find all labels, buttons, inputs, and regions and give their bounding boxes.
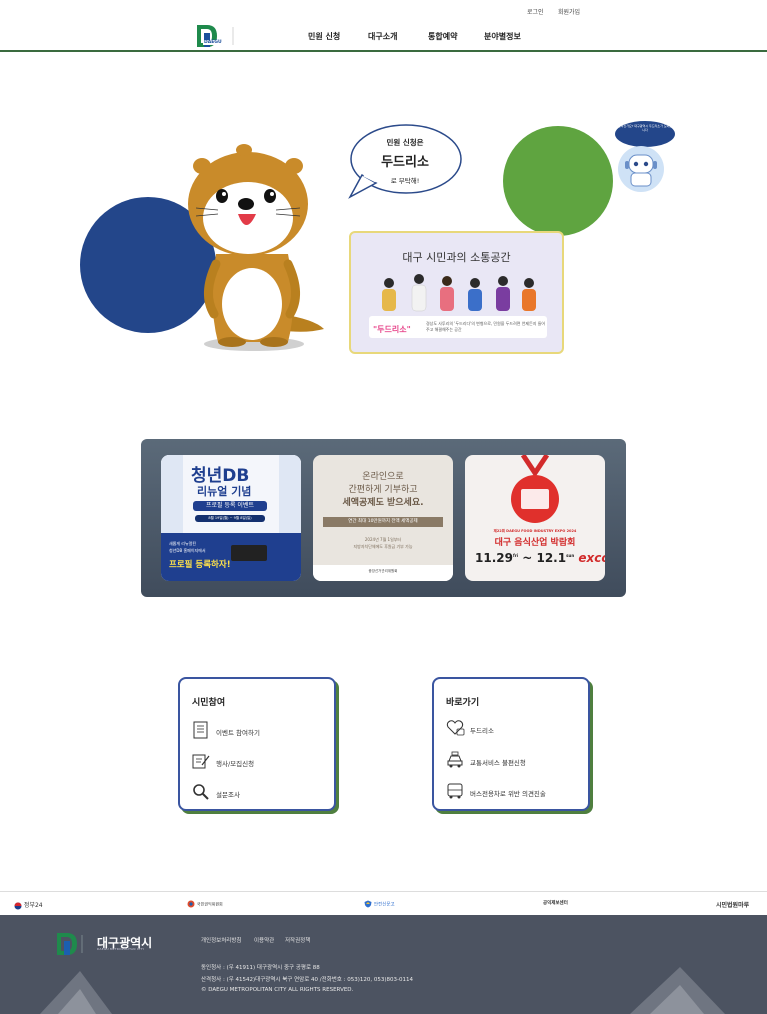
partner-acrc[interactable]: 국민권익위원회 <box>187 900 223 908</box>
card2-bar: 연간 최대 10만원까지 전액 세액공제 <box>323 517 443 527</box>
speech-bubble: 민원 신청은 두드리소 로 부탁해! <box>348 123 462 199</box>
speech-line2: 로 부탁해! <box>390 177 420 185</box>
partner-gov24[interactable]: 정부24 <box>14 900 43 910</box>
nav-civil-request[interactable]: 민원 신청 <box>308 31 340 42</box>
shortcut-item-dudeuriso[interactable]: 두드리소 <box>446 719 586 739</box>
partner-links-bar: 정부24 국민권익위원회 안전신문고 공익제보센터 시민법원마루 <box>0 891 767 915</box>
community-title: 대구 시민과의 소통공간 <box>402 251 511 264</box>
partner-citizen-court[interactable]: 시민법원마루 <box>716 900 749 909</box>
nav-field-info[interactable]: 분야별정보 <box>484 31 521 42</box>
footer-address-2: 산격청사 : (우 41542)대구광역시 북구 연암로 40 /전화번호 : … <box>201 977 413 983</box>
shortcut-item-traffic[interactable]: 교통서비스 불편신청 <box>446 751 586 771</box>
signup-link[interactable]: 회원가입 <box>558 7 580 16</box>
green-circle <box>503 126 613 236</box>
card1-bottom2: 청년DB 홈페이지에서 <box>169 548 206 553</box>
shortcut-box: 바로가기 두드리소 교통서비스 불편신청 버스전용차로 위반 의견진술 <box>432 677 590 811</box>
card2-line1: 온라인으로 <box>362 472 404 482</box>
footer-copyright-policy-link[interactable]: 저작권정책 <box>285 936 310 944</box>
site-header: 로그인 회원가입 DAEGU 민원 신청 대구소개 통합예약 분야별정보 <box>0 0 767 52</box>
otter-mascot-image <box>188 144 324 351</box>
acrc-logo-icon <box>187 900 195 908</box>
partner-safety-report[interactable]: 안전신문고 <box>364 900 395 908</box>
community-space-card[interactable]: 대구 시민과의 소통공간 "두드리소" 경상도 사투리의 '두드리다'의 변형으… <box>349 231 564 354</box>
shortcut-item-traffic-label: 교통서비스 불편신청 <box>470 759 526 767</box>
card3-expo-ko: 대구 음식산업 박람회 <box>494 538 576 548</box>
laptop-image <box>231 545 267 561</box>
citizen-participation-box: 시민참여 이벤트 참여하기 행사/모집신청 설문조사 <box>178 677 336 811</box>
footer-address-1: 동인청사 : (우 41911) 대구광역시 중구 공평로 88 <box>201 965 320 971</box>
document-list-icon <box>193 721 208 739</box>
medal-graphic <box>511 455 559 523</box>
card3-date-end: ~ 12.1 <box>522 551 567 565</box>
bus-icon <box>447 783 463 799</box>
youth-db-event-card[interactable]: 청년DB 리뉴얼 기념 프로필 등록 이벤트 8월 19일(월) ~ 9월 8일… <box>161 455 301 581</box>
partner-acrc-label: 국민권익위원회 <box>196 901 223 907</box>
site-footer: 대구광역시 DAEGU METROPOLITAN CITY 개인정보처리방침 이… <box>0 915 767 1014</box>
shortcut-title: 바로가기 <box>446 698 480 708</box>
daegu-logo[interactable]: DAEGU <box>195 23 235 49</box>
community-brand: "두드리소" <box>373 325 411 334</box>
card3-date-start-day: fri <box>512 553 519 558</box>
card2-small2: 지방자치단체에도 후원금 기부 가능 <box>353 544 413 549</box>
card2-small1: 2024년 7월 1일부터 <box>364 537 402 542</box>
footer-logo-icon <box>57 933 83 955</box>
card2-org: 중앙선거관리위원회 <box>368 569 398 573</box>
shortcut-item-dudeuriso-label: 두드리소 <box>470 727 494 735</box>
edit-document-icon <box>192 754 210 769</box>
nav-about-daegu[interactable]: 대구소개 <box>368 31 397 42</box>
taxi-icon <box>447 751 463 768</box>
card3-expo-en: 제22회 DAEGU FOOD INDUSTRY EXPO 2024 <box>493 529 577 533</box>
food-expo-card[interactable]: 제22회 DAEGU FOOD INDUSTRY EXPO 2024 대구 음식… <box>465 455 605 581</box>
card1-subtitle: 리뉴얼 기념 <box>197 485 252 498</box>
chatbot-bubble-text: 궁금하신가요? 대구광역시 두드리소가 도와드립니다 <box>615 124 675 132</box>
partner-whistleblower[interactable]: 공익제보센터 <box>543 900 568 906</box>
citizen-item-apply-label: 행사/모집신청 <box>216 760 255 768</box>
donation-tax-card[interactable]: 온라인으로 간편하게 기부하고 세액공제도 받으세요. 연간 최대 10만원까지… <box>313 455 453 581</box>
community-desc: 경상도 사투리의 '두드리다'의 변형으로, 민원을 두드려면 언제든지 들어주… <box>426 321 546 332</box>
mountain-decoration <box>40 967 725 1014</box>
footer-city-sub: DAEGU METROPOLITAN CITY <box>97 947 145 951</box>
shortcut-item-buslane[interactable]: 버스전용차로 위반 의견진술 <box>446 782 586 802</box>
people-illustration <box>382 274 536 312</box>
card3-date-end-day: sun <box>566 553 575 558</box>
citizen-title: 시민참여 <box>192 698 226 708</box>
korea-emblem-icon <box>14 902 22 909</box>
partner-safety-report-label: 안전신문고 <box>373 902 395 908</box>
logo-text: DAEGU <box>203 40 223 45</box>
speech-brand: 두드리소 <box>381 155 429 170</box>
card3-venue: exco <box>578 551 605 565</box>
search-icon <box>193 784 209 800</box>
login-link[interactable]: 로그인 <box>527 7 544 16</box>
shield-icon <box>364 900 372 908</box>
footer-copyright: © DAEGU METROPOLITAN CITY ALL RIGHTS RES… <box>201 987 354 993</box>
nav-reservation[interactable]: 통합예약 <box>428 31 457 42</box>
citizen-item-apply[interactable]: 행사/모집신청 <box>192 752 332 772</box>
speech-line1: 민원 신청은 <box>386 138 424 147</box>
card1-tag: 프로필 등록 이벤트 <box>193 501 267 511</box>
card1-bottom1: 새롭게 리뉴얼된 <box>169 541 197 546</box>
citizen-item-event[interactable]: 이벤트 참여하기 <box>192 721 332 741</box>
footer-terms-link[interactable]: 이용약관 <box>254 936 274 944</box>
card3-date-start: 11.29 <box>475 551 513 565</box>
citizen-item-survey-label: 설문조사 <box>216 791 240 799</box>
footer-privacy-link[interactable]: 개인정보처리방침 <box>201 936 241 944</box>
card1-cta: 프로필 등록하자! <box>169 560 231 570</box>
card2-line3: 세액공제도 받으세요. <box>342 498 424 508</box>
chatbot-robot-icon[interactable] <box>617 145 665 193</box>
heart-hand-icon <box>446 720 465 736</box>
promo-banner: 청년DB 리뉴얼 기념 프로필 등록 이벤트 8월 19일(월) ~ 9월 8일… <box>141 439 626 597</box>
card3-dates: 11.29fri ~ 12.1sun exco <box>475 551 605 565</box>
partner-gov24-label: 정부24 <box>23 902 43 909</box>
card2-line2: 간편하게 기부하고 <box>348 485 418 495</box>
shortcut-item-buslane-label: 버스전용차로 위반 의견진술 <box>470 790 546 798</box>
card1-dates: 8월 19일(월) ~ 9월 8일(일) <box>195 515 265 522</box>
citizen-item-event-label: 이벤트 참여하기 <box>216 729 260 737</box>
citizen-item-survey[interactable]: 설문조사 <box>192 783 332 803</box>
